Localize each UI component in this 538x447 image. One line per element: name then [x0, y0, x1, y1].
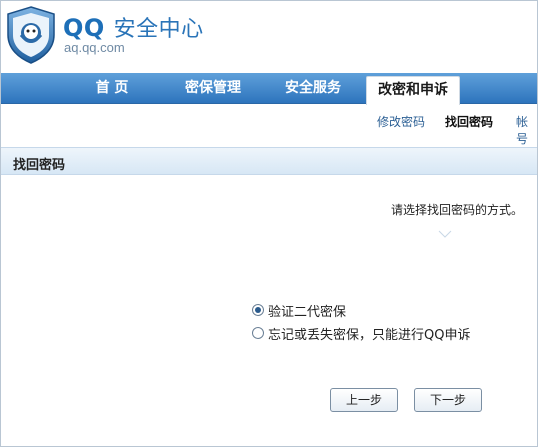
brand-title: QQ 安全中心	[63, 11, 204, 43]
header: QQ 安全中心 aq.qq.com	[1, 1, 537, 73]
option-qq-appeal[interactable]: 忘记或丢失密保，只能进行QQ申诉	[252, 324, 471, 343]
option-label: 忘记或丢失密保，只能进行QQ申诉	[268, 327, 471, 343]
instruction-text: 请选择找回密码的方式。	[391, 203, 524, 217]
brand-title-cn: 安全中心	[113, 17, 204, 42]
next-step-button[interactable]: 下一步	[414, 388, 482, 412]
subnav-item-recover-password[interactable]: 找回密码	[445, 113, 493, 130]
subnav-item-account[interactable]: 帐号	[516, 113, 537, 147]
radio-checked-icon[interactable]	[252, 304, 264, 316]
page-frame: QQ 安全中心 aq.qq.com 首 页 密保管理 安全服务 改密和申诉 修改…	[0, 0, 538, 447]
section-title: 找回密码	[13, 158, 66, 173]
nav-item-security-management[interactable]: 密保管理	[171, 73, 255, 104]
nav-item-security-service[interactable]: 安全服务	[271, 73, 355, 104]
sub-nav: 修改密码 找回密码 帐号	[1, 105, 537, 146]
brand-title-latin: QQ	[63, 14, 105, 42]
qq-shield-logo-icon	[7, 6, 55, 64]
main-nav: 首 页 密保管理 安全服务 改密和申诉	[1, 73, 537, 105]
prev-step-button[interactable]: 上一步	[330, 388, 398, 412]
option-second-gen-security[interactable]: 验证二代密保	[252, 301, 347, 320]
subnav-item-change-password[interactable]: 修改密码	[377, 113, 425, 130]
option-label: 验证二代密保	[268, 304, 347, 320]
brand-url: aq.qq.com	[64, 40, 125, 55]
radio-unchecked-icon[interactable]	[252, 327, 264, 339]
nav-item-password-appeal[interactable]: 改密和申诉	[366, 76, 460, 105]
nav-item-home[interactable]: 首 页	[79, 73, 145, 104]
section-header: 找回密码	[1, 147, 537, 175]
divider	[141, 230, 537, 238]
